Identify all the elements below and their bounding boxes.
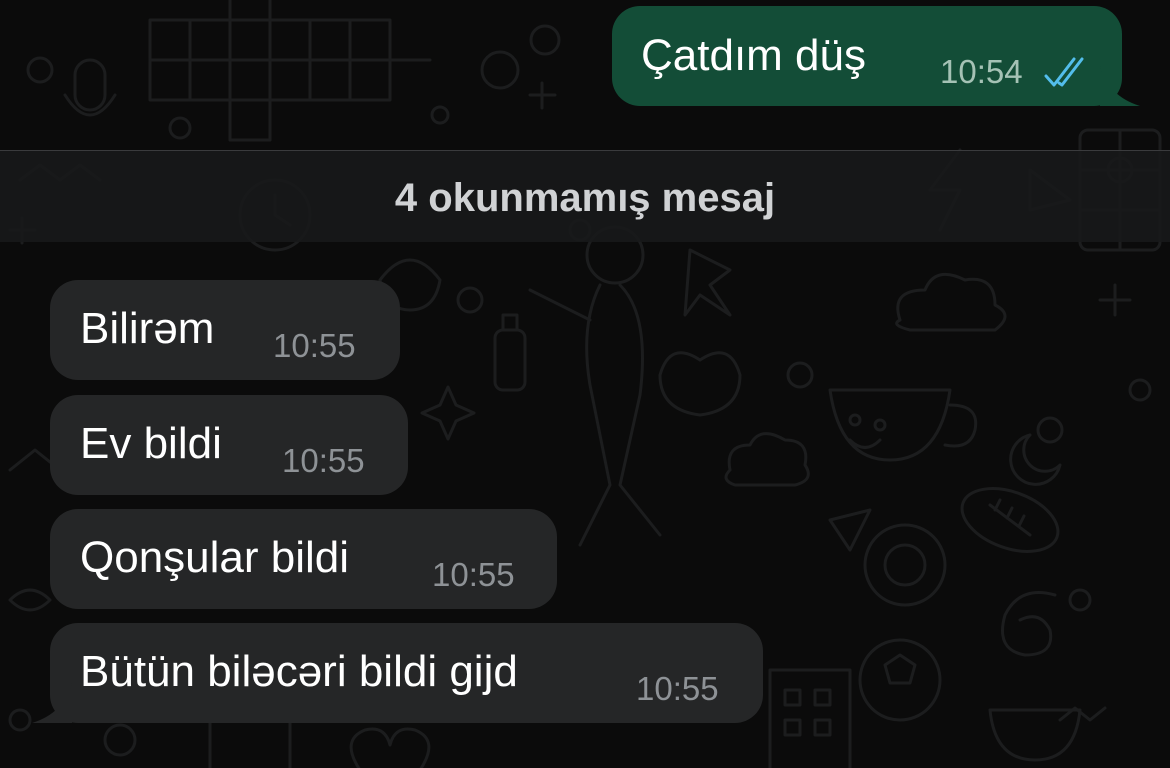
unread-messages-divider: 4 okunmamış mesaj	[0, 150, 1170, 242]
chat-view: Çatdım düş 10:54 4 okunmamış mesaj Bilir…	[0, 0, 1170, 768]
message-timestamp: 10:55	[282, 442, 365, 479]
message-text: Qonşular bildi	[80, 533, 350, 582]
incoming-message-bubble[interactable]: Qonşular bildi 10:55	[50, 509, 557, 609]
incoming-message-bubble[interactable]: Bilirəm 10:55	[50, 280, 400, 380]
message-timestamp: 10:54	[940, 53, 1023, 90]
incoming-message-bubble[interactable]: Ev bildi 10:55	[50, 395, 408, 495]
message-text: Bütün biləcəri bildi gijd	[80, 647, 518, 696]
outgoing-bubble-tail	[1100, 66, 1140, 106]
outgoing-message-bubble[interactable]: Çatdım düş 10:54	[612, 6, 1122, 106]
message-text: Ev bildi	[80, 419, 222, 468]
message-timestamp: 10:55	[636, 670, 719, 707]
incoming-bubble-tail	[32, 683, 72, 723]
unread-count-label: 4 okunmamış mesaj	[394, 176, 776, 220]
double-check-icon	[1044, 57, 1084, 87]
message-text: Bilirəm	[80, 304, 215, 353]
message-text: Çatdım düş	[641, 31, 866, 80]
message-timestamp: 10:55	[432, 556, 515, 593]
message-timestamp: 10:55	[273, 327, 356, 364]
incoming-message-bubble[interactable]: Bütün biləcəri bildi gijd 10:55	[50, 623, 763, 723]
